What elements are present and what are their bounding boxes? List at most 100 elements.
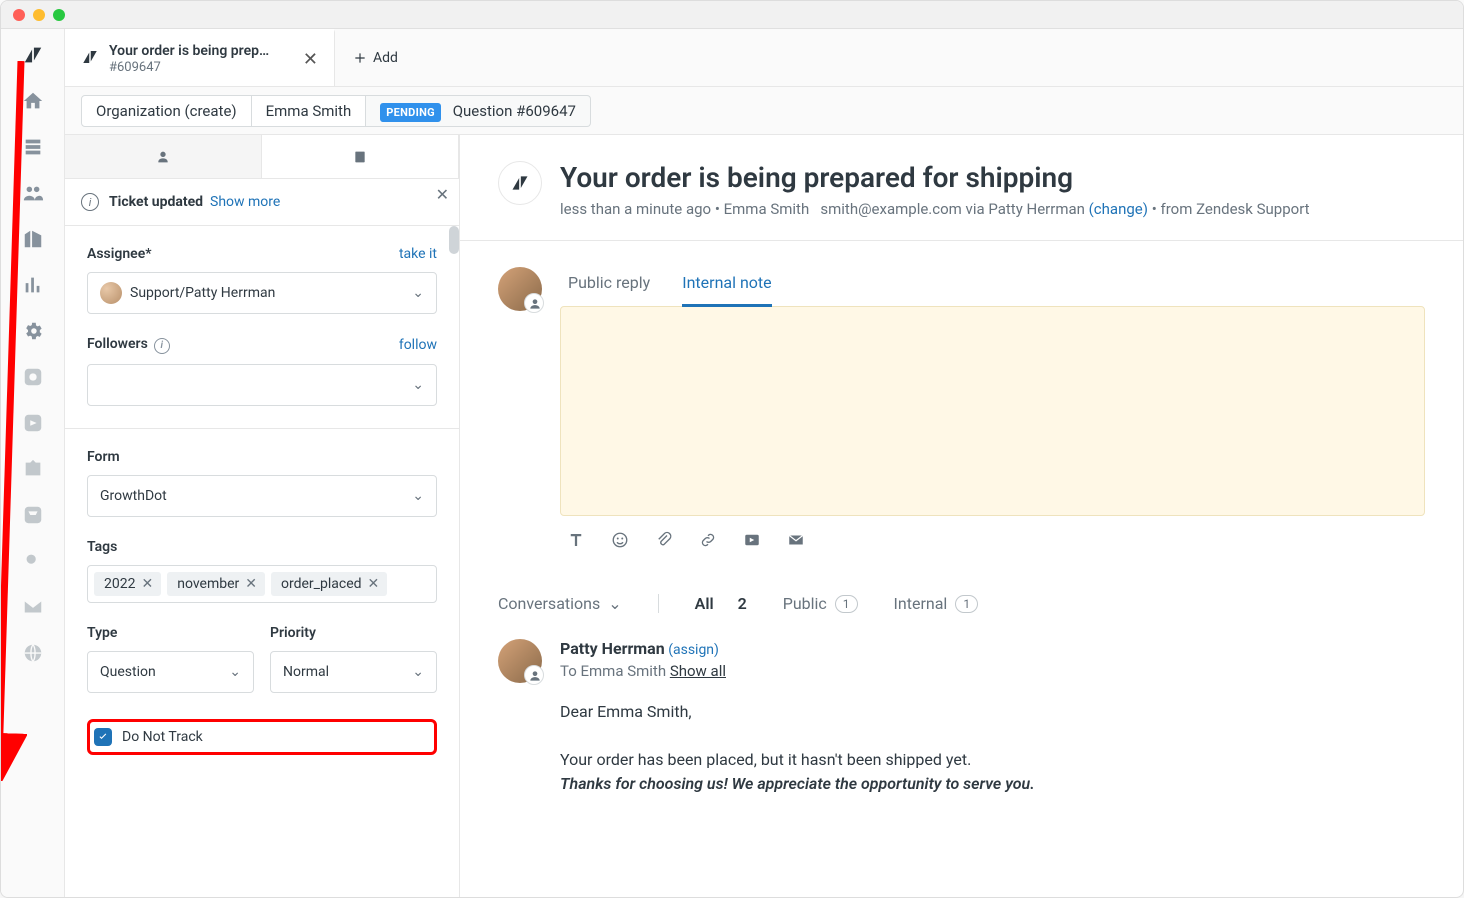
change-link[interactable]: (change) — [1089, 200, 1148, 218]
email-icon[interactable] — [786, 530, 806, 550]
filter-all-label: All — [695, 594, 714, 613]
internal-note-editor[interactable] — [560, 306, 1425, 516]
followers-select[interactable]: ⌄ — [87, 364, 437, 406]
status-badge: PENDING — [380, 103, 441, 122]
do-not-track-row[interactable]: Do Not Track — [87, 719, 437, 755]
checkbox-checked-icon[interactable] — [94, 728, 112, 746]
minimize-window-icon[interactable] — [33, 9, 45, 21]
type-value: Question — [100, 664, 156, 680]
chevron-down-icon: ⌄ — [412, 377, 424, 393]
requester-name: Emma Smith — [724, 200, 810, 218]
breadcrumb-ticket-label: Question #609647 — [453, 102, 576, 120]
tag-label: november — [177, 576, 239, 592]
ticket-time: less than a minute ago — [560, 200, 711, 218]
agent-badge-icon — [528, 297, 542, 311]
filter-internal[interactable]: Internal 1 — [894, 594, 979, 613]
message-to: To Emma Smith — [560, 662, 666, 680]
app-icon-7[interactable] — [21, 641, 45, 665]
public-reply-tab[interactable]: Public reply — [568, 267, 650, 307]
link-icon[interactable] — [698, 530, 718, 550]
editor-toolbar — [560, 516, 1425, 550]
message-line: Your order has been placed, but it hasn'… — [560, 748, 1425, 772]
remove-tag-icon[interactable]: ✕ — [245, 576, 257, 592]
form-select[interactable]: GrowthDot ⌄ — [87, 475, 437, 517]
remove-tag-icon[interactable]: ✕ — [141, 576, 153, 592]
breadcrumb-ticket[interactable]: PENDING Question #609647 — [366, 95, 591, 127]
views-icon[interactable] — [21, 135, 45, 159]
remove-tag-icon[interactable]: ✕ — [368, 576, 380, 592]
close-tab-icon[interactable]: ✕ — [303, 49, 318, 70]
filter-public-count: 1 — [835, 595, 858, 613]
ticket-header: Your order is being prepared for shippin… — [460, 135, 1463, 241]
breadcrumb-requester[interactable]: Emma Smith — [252, 95, 367, 127]
app-icon-5[interactable] — [21, 549, 45, 573]
notice-show-more[interactable]: Show more — [210, 194, 280, 210]
app-icon-4[interactable] — [21, 503, 45, 527]
filter-public[interactable]: Public 1 — [783, 594, 858, 613]
reporting-icon[interactable] — [21, 273, 45, 297]
app-icon-3[interactable] — [21, 457, 45, 481]
assignee-select[interactable]: Support/Patty Herrman ⌄ — [87, 272, 437, 314]
show-all-link[interactable]: Show all — [670, 662, 726, 680]
priority-select[interactable]: Normal ⌄ — [270, 651, 437, 693]
home-icon[interactable] — [21, 89, 45, 113]
breadcrumb-bar: Organization (create) Emma Smith PENDING… — [65, 87, 1463, 135]
info-icon[interactable]: i — [154, 338, 170, 354]
assign-link[interactable]: (assign) — [668, 642, 719, 658]
priority-value: Normal — [283, 664, 329, 680]
close-notice-icon[interactable]: ✕ — [436, 185, 449, 204]
tag-item: 2022✕ — [94, 572, 161, 596]
tag-item: november ✕ — [167, 572, 265, 596]
tags-label: Tags — [87, 539, 117, 555]
requester-email: smith@example.com — [820, 200, 961, 218]
filter-all[interactable]: All 2 — [695, 594, 747, 613]
tab-subtitle: #609647 — [109, 60, 269, 76]
author-avatar — [498, 639, 542, 683]
filter-internal-label: Internal — [894, 594, 948, 613]
type-select[interactable]: Question ⌄ — [87, 651, 254, 693]
tags-field: Tags 2022✕ november✕ order_placed✕ — [87, 539, 437, 603]
take-it-link[interactable]: take it — [399, 246, 437, 262]
breadcrumb-org[interactable]: Organization (create) — [81, 95, 252, 127]
admin-icon[interactable] — [21, 319, 45, 343]
attachment-icon[interactable] — [654, 530, 674, 550]
scrollbar-thumb[interactable] — [449, 226, 459, 254]
close-window-icon[interactable] — [13, 9, 25, 21]
nav-rail — [1, 29, 65, 897]
sidebar-tab-ticket[interactable] — [261, 135, 459, 178]
message-line: Dear Emma Smith, — [560, 700, 1425, 724]
form-field: Form GrowthDot ⌄ — [87, 449, 437, 517]
ticket-sidebar: i Ticket updated Show more ✕ Assignee* t… — [65, 135, 460, 897]
tags-input[interactable]: 2022✕ november✕ order_placed✕ — [87, 565, 437, 603]
sidebar-tab-user[interactable] — [65, 135, 261, 178]
ticket-tab[interactable]: Your order is being prep… #609647 ✕ — [65, 29, 335, 86]
app-icon-2[interactable] — [21, 411, 45, 435]
macro-icon[interactable] — [742, 530, 762, 550]
emoji-icon[interactable] — [610, 530, 630, 550]
priority-field: Priority Normal ⌄ — [270, 625, 437, 693]
mac-titlebar — [1, 1, 1463, 29]
organizations-icon[interactable] — [21, 227, 45, 251]
app-icon-6[interactable] — [21, 595, 45, 619]
internal-note-tab[interactable]: Internal note — [682, 267, 771, 307]
zoom-window-icon[interactable] — [53, 9, 65, 21]
conversations-dropdown[interactable]: Conversations ⌄ — [498, 594, 622, 613]
conversation-panel: Your order is being prepared for shippin… — [460, 135, 1463, 897]
add-tab-button[interactable]: Add — [335, 29, 416, 86]
chevron-down-icon: ⌄ — [412, 664, 424, 680]
agent-badge-icon — [528, 669, 542, 683]
logo-icon[interactable] — [21, 43, 45, 67]
ticket-updated-notice: i Ticket updated Show more ✕ — [65, 179, 459, 226]
type-label: Type — [87, 625, 117, 641]
ticket-subtitle: less than a minute ago • Emma Smith smit… — [560, 200, 1310, 218]
ticket-title: Your order is being prepared for shippin… — [560, 161, 1310, 194]
text-format-icon[interactable] — [566, 530, 586, 550]
conversation-filter: Conversations ⌄ All 2 Public 1 Internal … — [498, 586, 1425, 639]
chevron-down-icon: ⌄ — [412, 488, 424, 504]
customers-icon[interactable] — [21, 181, 45, 205]
type-field: Type Question ⌄ — [87, 625, 254, 693]
notice-title: Ticket updated — [109, 194, 203, 210]
app-icon-1[interactable] — [21, 365, 45, 389]
priority-label: Priority — [270, 625, 316, 641]
follow-link[interactable]: follow — [399, 337, 437, 353]
